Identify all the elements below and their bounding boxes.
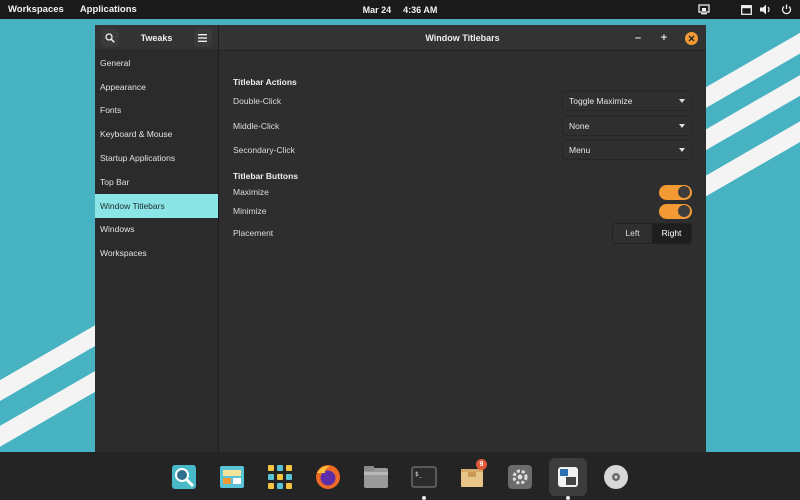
minimize-row: Minimize <box>233 201 692 221</box>
header-bar: Window Titlebars – + <box>219 25 706 51</box>
power-icon[interactable] <box>780 4 792 16</box>
sidebar-item-workspaces[interactable]: Workspaces <box>95 241 218 265</box>
sidebar-item-appearance[interactable]: Appearance <box>95 75 218 99</box>
maximize-label: Maximize <box>233 187 269 197</box>
placement-left-button[interactable]: Left <box>613 223 652 243</box>
display-icon[interactable] <box>740 4 752 16</box>
chevron-down-icon <box>679 124 685 128</box>
middle-click-label: Middle-Click <box>233 121 280 131</box>
dock-firefox[interactable] <box>309 458 347 496</box>
placement-label: Placement <box>233 228 274 238</box>
page-title: Window Titlebars <box>425 32 500 43</box>
tweaks-window: Tweaks General Appearance Fonts Keyboard… <box>95 25 706 452</box>
clock-time: 4:36 AM <box>403 4 438 15</box>
sidebar-item-startup-applications[interactable]: Startup Applications <box>95 146 218 170</box>
menu-button[interactable] <box>193 28 212 47</box>
maximize-row: Maximize <box>233 182 692 202</box>
minimize-label: Minimize <box>233 206 267 216</box>
secondary-click-value: Menu <box>569 145 591 155</box>
top-bar: Workspaces Applications Mar 24 4:36 AM <box>0 0 800 19</box>
secondary-click-label: Secondary-Click <box>233 145 295 155</box>
dock-files[interactable] <box>357 458 395 496</box>
dock-store[interactable] <box>213 458 251 496</box>
clock-date: Mar 24 <box>362 4 392 15</box>
firefox-icon <box>316 465 340 489</box>
double-click-dropdown[interactable]: Toggle Maximize <box>562 91 692 111</box>
chevron-down-icon <box>679 148 685 152</box>
minimize-switch[interactable] <box>659 203 692 219</box>
double-click-label: Double-Click <box>233 96 282 106</box>
placement-toggle: Left Right <box>612 222 692 244</box>
app-grid-icon <box>268 465 292 489</box>
sidebar: Tweaks General Appearance Fonts Keyboard… <box>95 25 219 452</box>
minimize-button[interactable]: – <box>633 32 643 44</box>
dock-package[interactable]: 9 <box>453 458 491 496</box>
running-indicator <box>422 496 426 500</box>
terminal-icon: $_ <box>411 466 437 488</box>
sidebar-item-top-bar[interactable]: Top Bar <box>95 170 218 194</box>
disc-icon <box>604 465 628 489</box>
titlebar-buttons-heading: Titlebar Buttons <box>233 171 299 181</box>
store-icon <box>220 466 244 488</box>
dock-disc[interactable] <box>597 458 635 496</box>
main-panel: Window Titlebars – + Titlebar Actions Do… <box>219 25 706 452</box>
sidebar-item-keyboard-mouse[interactable]: Keyboard & Mouse <box>95 122 218 146</box>
dock: $_ 9 <box>0 452 800 500</box>
svg-text:$_: $_ <box>415 471 423 478</box>
sidebar-item-general[interactable]: General <box>95 51 218 75</box>
applications-button[interactable]: Applications <box>72 4 145 15</box>
dock-tweaks[interactable] <box>549 458 587 500</box>
workspaces-button[interactable]: Workspaces <box>0 4 72 15</box>
sidebar-item-window-titlebars[interactable]: Window Titlebars <box>95 193 218 218</box>
hamburger-icon <box>198 33 208 42</box>
search-icon <box>105 32 115 43</box>
maximize-switch[interactable] <box>659 184 692 200</box>
double-click-row: Double-Click Toggle Maximize <box>233 91 692 111</box>
titlebar-actions-heading: Titlebar Actions <box>233 77 297 87</box>
sidebar-item-fonts[interactable]: Fonts <box>95 99 218 123</box>
sidebar-item-windows[interactable]: Windows <box>95 218 218 242</box>
close-icon <box>688 34 695 42</box>
dock-magnifier[interactable] <box>165 458 203 496</box>
placement-right-button[interactable]: Right <box>652 223 691 243</box>
placement-row: Placement Left Right <box>233 222 692 244</box>
double-click-value: Toggle Maximize <box>569 96 633 106</box>
dock-settings[interactable] <box>501 458 539 496</box>
dock-app-grid[interactable] <box>261 458 299 496</box>
maximize-button[interactable]: + <box>659 32 669 44</box>
dock-terminal[interactable]: $_ <box>405 458 443 500</box>
tweaks-icon <box>558 467 578 487</box>
sidebar-title: Tweaks <box>140 32 173 43</box>
search-button[interactable] <box>101 28 119 47</box>
chevron-down-icon <box>679 99 685 103</box>
settings-icon <box>508 465 532 489</box>
magnifier-icon <box>172 465 196 489</box>
files-icon <box>364 466 388 488</box>
running-indicator <box>566 496 570 500</box>
middle-click-row: Middle-Click None <box>233 116 692 136</box>
secondary-click-dropdown[interactable]: Menu <box>562 140 692 160</box>
secondary-click-row: Secondary-Click Menu <box>233 140 692 160</box>
sidebar-header: Tweaks <box>95 25 218 51</box>
screen-share-icon[interactable] <box>698 4 710 16</box>
close-button[interactable] <box>685 31 698 45</box>
volume-icon[interactable] <box>760 4 772 16</box>
middle-click-dropdown[interactable]: None <box>562 116 692 136</box>
middle-click-value: None <box>569 121 590 131</box>
clock[interactable]: Mar 24 4:36 AM <box>363 5 438 15</box>
update-count-badge: 9 <box>476 459 487 470</box>
